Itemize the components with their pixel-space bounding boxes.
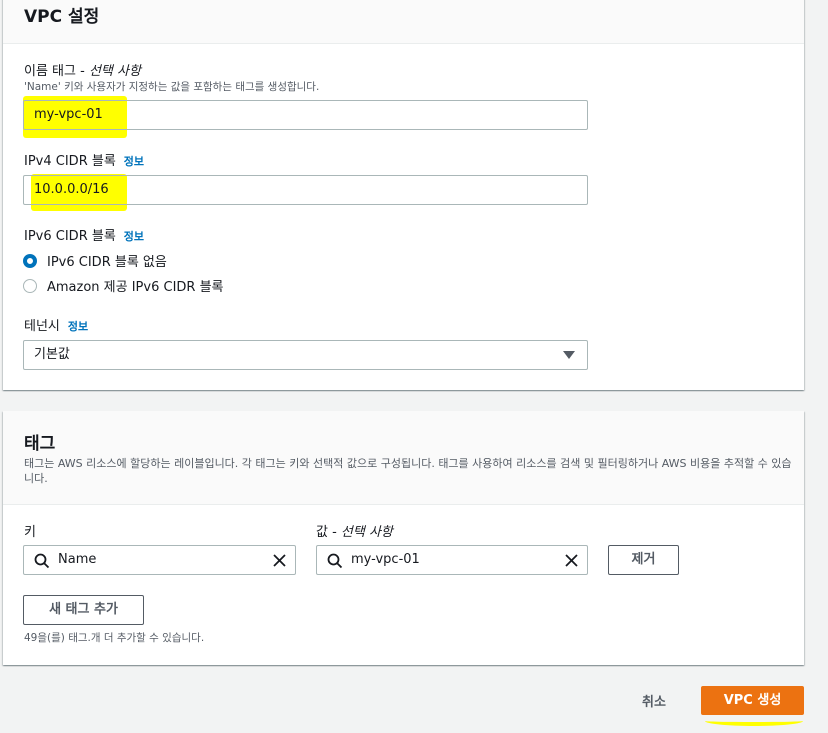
ipv6-cidr-label: IPv6 CIDR 블록 정보 — [24, 225, 144, 244]
tags-panel: 태그 태그는 AWS 리소스에 할당하는 레이블입니다. 각 태그는 키와 선택… — [3, 411, 804, 665]
name-tag-value: my-vpc-01 — [34, 107, 103, 122]
tags-title: 태그 — [24, 434, 56, 454]
caret-down-icon — [563, 351, 575, 359]
search-icon — [34, 553, 50, 569]
tag-limit-hint: 49을(를) 태그.개 더 추가할 수 있습니다. — [24, 632, 205, 644]
ipv6-cidr-label-text: IPv6 CIDR 블록 — [24, 229, 116, 244]
clear-icon[interactable] — [272, 553, 287, 568]
name-tag-optional: 선택 사항 — [88, 64, 141, 79]
ipv6-option-amazon[interactable]: Amazon 제공 IPv6 CIDR 블록 — [23, 276, 224, 295]
tag-key-value: Name — [58, 552, 97, 567]
tag-value-label: 값 - 선택 사항 — [316, 521, 393, 540]
cancel-button[interactable]: 취소 — [642, 691, 666, 710]
add-tag-button[interactable]: 새 태그 추가 — [23, 595, 144, 625]
ipv4-info-link[interactable]: 정보 — [124, 155, 144, 168]
tag-key-label: 키 — [24, 525, 36, 540]
name-tag-hint: 'Name' 키와 사용자가 지정하는 값을 포함하는 태그를 생성합니다. — [24, 81, 320, 93]
vpc-settings-panel: VPC 설정 이름 태그 - 선택 사항 'Name' 키와 사용자가 지정하는… — [3, 0, 804, 390]
remove-tag-button[interactable]: 제거 — [608, 545, 679, 575]
ipv4-cidr-label: IPv4 CIDR 블록 정보 — [24, 150, 144, 169]
ipv4-cidr-input[interactable]: 10.0.0.0/16 — [23, 175, 588, 205]
ipv4-cidr-label-text: IPv4 CIDR 블록 — [24, 154, 116, 169]
tag-value-value: my-vpc-01 — [351, 552, 420, 567]
ipv6-info-link[interactable]: 정보 — [124, 230, 144, 243]
tag-value-optional: 선택 사항 — [340, 525, 393, 540]
name-tag-input[interactable]: my-vpc-01 — [23, 100, 588, 130]
tenancy-label-text: 테넌시 — [24, 319, 60, 334]
name-tag-label: 이름 태그 - 선택 사항 — [24, 60, 141, 79]
tenancy-select[interactable]: 기본값 — [23, 340, 588, 370]
radio-selected-icon[interactable] — [23, 253, 37, 268]
tags-description: 태그는 AWS 리소스에 할당하는 레이블입니다. 각 태그는 키와 선택적 값… — [24, 457, 792, 485]
tag-value-input[interactable]: my-vpc-01 — [316, 545, 588, 575]
radio-unselected-icon[interactable] — [23, 278, 37, 293]
ipv6-option-amazon-label: Amazon 제공 IPv6 CIDR 블록 — [47, 280, 224, 295]
search-icon — [327, 553, 343, 569]
ipv4-cidr-value: 10.0.0.0/16 — [34, 182, 109, 197]
tenancy-label: 테넌시 정보 — [24, 315, 88, 334]
tag-key-input[interactable]: Name — [23, 545, 296, 575]
tenancy-value: 기본값 — [34, 347, 70, 362]
tags-header: 태그 태그는 AWS 리소스에 할당하는 레이블입니다. 각 태그는 키와 선택… — [3, 411, 804, 505]
create-vpc-button[interactable]: VPC 생성 — [701, 686, 804, 715]
create-highlight — [705, 716, 803, 726]
ipv6-option-none[interactable]: IPv6 CIDR 블록 없음 — [23, 251, 167, 270]
name-tag-label-text: 이름 태그 - — [24, 64, 89, 79]
tenancy-info-link[interactable]: 정보 — [68, 320, 88, 333]
tag-value-label-text: 값 - — [316, 525, 341, 540]
vpc-settings-header: VPC 설정 — [3, 0, 804, 44]
vpc-settings-title: VPC 설정 — [24, 7, 100, 27]
ipv6-option-none-label: IPv6 CIDR 블록 없음 — [47, 255, 167, 270]
clear-icon[interactable] — [564, 553, 579, 568]
